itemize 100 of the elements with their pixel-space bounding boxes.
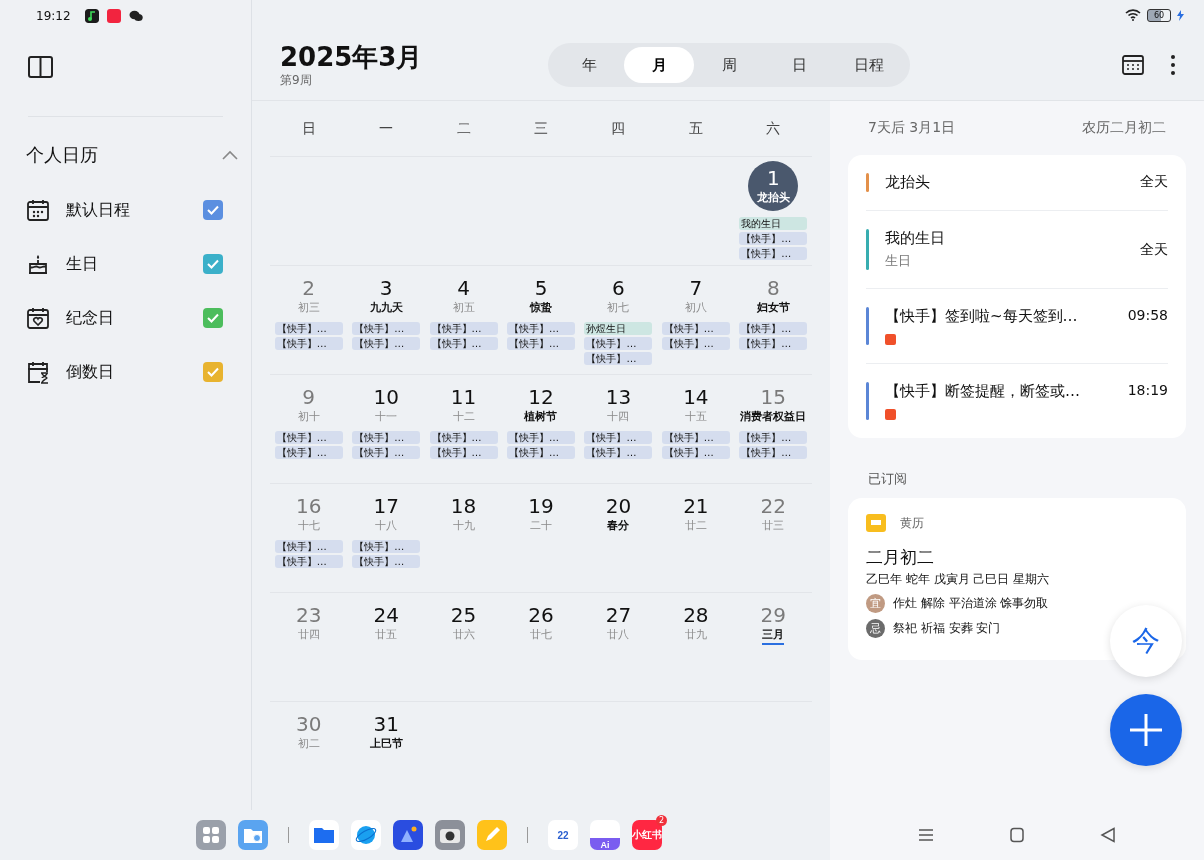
camera-icon[interactable] — [435, 820, 465, 850]
event-chip[interactable]: 【快手】… — [739, 322, 808, 335]
event-chip[interactable]: 【快手】… — [429, 322, 498, 335]
event-chip[interactable]: 【快手】… — [352, 322, 421, 335]
event-title[interactable]: 龙抬头 — [885, 173, 1132, 192]
day-number[interactable]: 15 — [760, 385, 786, 409]
day-number[interactable]: 31 — [373, 712, 399, 736]
calendar-name[interactable]: 倒数日 — [66, 361, 203, 383]
selected-day-marker[interactable]: 1 龙抬头 — [748, 161, 799, 211]
event-chip[interactable]: 【快手】… — [352, 337, 421, 350]
assistant-app-icon[interactable]: Ai — [590, 820, 620, 850]
event-chip[interactable]: 【快手】… — [584, 431, 653, 444]
day-number[interactable]: 3 — [379, 276, 393, 300]
day-number[interactable]: 10 — [373, 385, 399, 409]
event-chip[interactable]: 【快手】… — [661, 337, 730, 350]
folder-icon[interactable] — [309, 820, 339, 850]
calendar-name[interactable]: 纪念日 — [66, 307, 203, 329]
sidebar-toggle-icon[interactable] — [28, 56, 53, 78]
checkbox[interactable] — [203, 254, 223, 274]
day-number[interactable]: 24 — [373, 603, 399, 627]
chevron-up-icon[interactable] — [221, 149, 239, 161]
day-number[interactable]: 23 — [296, 603, 322, 627]
view-tab[interactable]: 周 — [694, 47, 764, 83]
event-chip[interactable]: 我的生日 — [739, 217, 808, 230]
day-number[interactable]: 19 — [528, 494, 554, 518]
day-number[interactable]: 18 — [450, 494, 477, 518]
event-chip[interactable]: 【快手】… — [274, 431, 343, 444]
day-number[interactable]: 28 — [683, 603, 709, 627]
day-number[interactable]: 20 — [605, 494, 632, 518]
event-chip[interactable]: 【快手】… — [352, 540, 421, 553]
view-tab[interactable]: 月 — [624, 47, 694, 83]
event-chip[interactable]: 【快手】… — [739, 232, 808, 245]
day-number[interactable]: 21 — [683, 494, 709, 518]
day-number[interactable]: 29 — [760, 603, 786, 627]
event-chip[interactable]: 【快手】… — [274, 337, 343, 350]
event-chip[interactable]: 【快手】… — [739, 446, 808, 459]
event-chip[interactable]: 【快手】… — [274, 446, 343, 459]
globe-icon[interactable] — [351, 820, 381, 850]
day-number[interactable]: 9 — [302, 385, 316, 409]
day-number[interactable]: 22 — [760, 494, 786, 518]
day-number[interactable]: 16 — [296, 494, 322, 518]
day-number[interactable]: 30 — [296, 712, 322, 736]
more-icon[interactable] — [1170, 54, 1176, 76]
day-number[interactable]: 11 — [450, 385, 477, 409]
event-chip[interactable]: 【快手】… — [429, 446, 498, 459]
app-grid-icon[interactable] — [196, 820, 226, 850]
event-chip[interactable]: 【快手】… — [507, 322, 575, 335]
day-number[interactable]: 25 — [450, 603, 477, 627]
day-number[interactable]: 27 — [605, 603, 632, 627]
event-title[interactable]: 我的生日 — [885, 229, 1132, 248]
day-number[interactable]: 5 — [534, 276, 548, 300]
event-chip[interactable]: 【快手】… — [739, 431, 808, 444]
checkbox[interactable] — [203, 308, 223, 328]
day-number[interactable]: 2 — [302, 276, 316, 300]
event-chip[interactable]: 孙煜生日 — [584, 322, 653, 335]
back-icon[interactable] — [1099, 827, 1118, 843]
event-chip[interactable]: 【快手】… — [584, 337, 653, 350]
event-title[interactable]: 【快手】断签提醒，断签或… — [885, 382, 1120, 401]
add-button[interactable] — [1110, 694, 1182, 766]
event-title[interactable]: 【快手】签到啦~每天签到… — [885, 307, 1120, 326]
gallery-icon[interactable] — [393, 820, 423, 850]
day-number[interactable]: 7 — [689, 276, 703, 300]
checkbox[interactable] — [203, 200, 223, 220]
event-chip[interactable]: 【快手】… — [739, 337, 808, 350]
day-number[interactable]: 6 — [612, 276, 625, 300]
day-number[interactable]: 8 — [766, 276, 780, 300]
checkbox[interactable] — [203, 362, 223, 382]
calendar-name[interactable]: 默认日程 — [66, 199, 203, 221]
day-number[interactable]: 13 — [605, 385, 632, 409]
view-tab[interactable]: 日程 — [834, 47, 904, 83]
event-chip[interactable]: 【快手】… — [661, 322, 730, 335]
event-chip[interactable]: 【快手】… — [274, 322, 343, 335]
day-number[interactable]: 17 — [373, 494, 399, 518]
event-chip[interactable]: 【快手】… — [274, 555, 343, 568]
event-chip[interactable]: 【快手】… — [507, 446, 575, 459]
event-chip[interactable]: 【快手】… — [352, 446, 421, 459]
event-chip[interactable]: 【快手】… — [507, 431, 575, 444]
event-chip[interactable]: 【快手】… — [661, 446, 730, 459]
event-chip[interactable]: 【快手】… — [352, 555, 421, 568]
event-chip[interactable]: 【快手】… — [274, 540, 343, 553]
calendar-app-icon[interactable]: 22 — [548, 820, 578, 850]
menu-icon[interactable] — [916, 827, 935, 843]
calendar-icon[interactable] — [1122, 54, 1144, 76]
view-tab[interactable]: 日 — [764, 47, 834, 83]
event-chip[interactable]: 【快手】… — [429, 431, 498, 444]
day-number[interactable]: 4 — [457, 276, 470, 300]
event-chip[interactable]: 【快手】… — [584, 352, 653, 365]
event-chip[interactable]: 【快手】… — [352, 431, 421, 444]
day-number[interactable]: 12 — [528, 385, 554, 409]
event-chip[interactable]: 【快手】… — [739, 247, 808, 260]
event-chip[interactable]: 【快手】… — [429, 337, 498, 350]
view-tab[interactable]: 年 — [554, 47, 624, 83]
home-icon[interactable] — [1008, 827, 1026, 843]
calendar-name[interactable]: 生日 — [66, 253, 203, 275]
day-number[interactable]: 14 — [683, 385, 709, 409]
folder-clock-icon[interactable] — [238, 820, 268, 850]
day-number[interactable]: 26 — [528, 603, 554, 627]
event-chip[interactable]: 【快手】… — [661, 431, 730, 444]
event-chip[interactable]: 【快手】… — [507, 337, 575, 350]
event-chip[interactable]: 【快手】… — [584, 446, 653, 459]
